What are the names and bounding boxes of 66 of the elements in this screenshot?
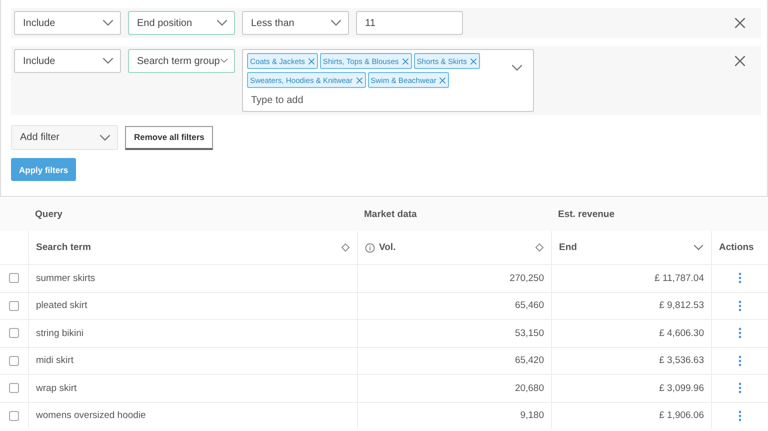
remove-all-filters-button[interactable]: Remove all filters: [125, 126, 214, 150]
column-header[interactable]: Vol.: [357, 231, 551, 264]
close-icon: [308, 58, 315, 64]
chevron-down-icon: [220, 57, 228, 65]
header-background: [0, 198, 28, 231]
more-options-button[interactable]: [738, 410, 742, 422]
operator-dropdown[interactable]: Less than: [242, 11, 349, 35]
table-cell: 9,180: [357, 402, 551, 429]
table-cell: £ 3,536.63: [551, 346, 711, 374]
more-options-button[interactable]: [738, 354, 742, 367]
row-checkbox[interactable]: [9, 328, 19, 338]
chevron-down-icon: [102, 57, 114, 65]
more-options-button[interactable]: [738, 327, 742, 340]
chevron-down-icon: [216, 19, 228, 27]
chevron-down-icon: [99, 134, 111, 142]
table-cell: womens oversized hoodie: [28, 402, 357, 429]
close-icon: [356, 76, 363, 84]
close-icon: [734, 55, 746, 67]
table-cell: 270,250: [357, 264, 551, 292]
mode-dropdown[interactable]: Include: [14, 11, 121, 35]
field-dropdown[interactable]: Search term group: [128, 49, 235, 73]
column-group-header: Market data: [357, 198, 551, 231]
table-cell: £ 3,099.96: [551, 374, 711, 402]
close-icon: [470, 58, 477, 64]
close-icon: [439, 76, 446, 84]
table-cell: string bikini: [28, 319, 357, 346]
close-icon: [734, 17, 746, 29]
table-cell: summer skirts: [28, 264, 357, 292]
row-checkbox[interactable]: [9, 273, 19, 284]
table-cell: 20,680: [357, 374, 551, 402]
info-icon: [365, 242, 375, 252]
table-cell: 53,150: [357, 319, 551, 346]
chevron-down-icon: [102, 19, 114, 27]
column-group-header: Est. revenue: [551, 198, 711, 231]
sort-icon: [341, 243, 350, 252]
more-options-button[interactable]: [738, 382, 742, 394]
table-cell: £ 9,812.53: [551, 292, 711, 319]
table-cell: 65,420: [357, 346, 551, 374]
row-checkbox[interactable]: [9, 356, 19, 366]
sort-icon: [535, 243, 544, 252]
column-header: Actions: [711, 231, 768, 264]
chevron-down-icon: [511, 64, 523, 71]
row-checkbox[interactable]: [9, 383, 19, 394]
column-header[interactable]: Search term: [28, 231, 357, 264]
more-options-button[interactable]: [738, 300, 742, 312]
table-cell: £ 1,906.06: [551, 402, 711, 429]
table-cell: wrap skirt: [28, 374, 357, 402]
table-cell: £ 11,787.04: [551, 264, 711, 292]
close-icon: [402, 58, 409, 64]
remove-filter-button[interactable]: [734, 55, 746, 67]
mode-dropdown[interactable]: Include: [14, 49, 121, 73]
field-dropdown[interactable]: End position: [128, 11, 235, 35]
column-header[interactable]: End: [551, 231, 711, 264]
row-checkbox[interactable]: [9, 410, 19, 421]
table-cell: pleated skirt: [28, 292, 357, 319]
more-options-button[interactable]: [738, 272, 742, 284]
table-cell: 65,460: [357, 292, 551, 319]
value-input[interactable]: 11: [356, 11, 463, 35]
chevron-down-icon: [693, 244, 704, 251]
remove-filter-button[interactable]: [734, 17, 746, 29]
column-group-header: Query: [28, 198, 357, 231]
add-filter-dropdown[interactable]: Add filter: [11, 125, 118, 150]
table-cell: £ 4,606.30: [551, 319, 711, 346]
row-checkbox[interactable]: [9, 300, 19, 311]
chevron-down-icon: [330, 19, 342, 27]
table-cell: midi skirt: [28, 346, 357, 374]
